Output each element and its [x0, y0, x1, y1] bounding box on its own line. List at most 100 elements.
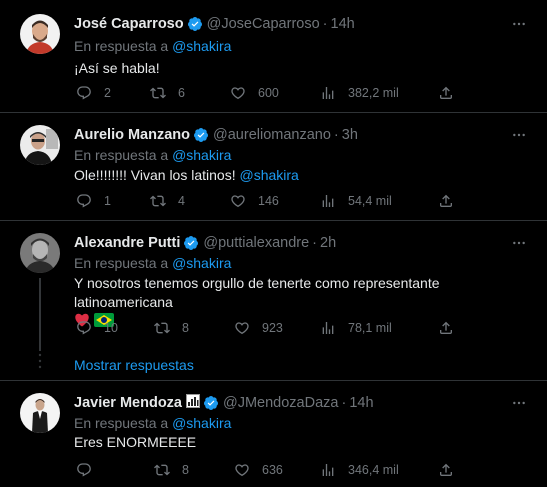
text-mention[interactable]: @shakira	[240, 167, 299, 183]
reply-feed: José Caparroso @JoseCaparroso · 14h En r…	[0, 0, 547, 487]
separator-dot: ·	[312, 235, 318, 251]
share-icon	[440, 321, 452, 334]
reply-icon	[77, 463, 91, 477]
views-button[interactable]: 54,4 mil	[320, 191, 392, 211]
share-button[interactable]	[438, 83, 454, 103]
author-handle[interactable]: @puttialexandre	[203, 235, 309, 251]
retweet-count: 8	[182, 463, 189, 477]
reply-button[interactable]	[76, 460, 104, 480]
avatar[interactable]	[20, 125, 60, 165]
views-button[interactable]: 78,1 mil	[320, 318, 392, 338]
retweet-icon	[150, 195, 166, 207]
like-icon	[231, 87, 245, 100]
avatar[interactable]	[20, 233, 60, 273]
reply-count: 2	[104, 86, 111, 100]
views-count: 78,1 mil	[348, 321, 392, 335]
like-button[interactable]: 923	[234, 318, 283, 338]
verified-badge-icon	[193, 127, 209, 143]
like-button[interactable]: 600	[230, 83, 279, 103]
tweet[interactable]: Aurelio Manzano @aureliomanzano · 3h En …	[0, 113, 547, 221]
reply-icon	[77, 321, 91, 335]
separator-dot: ·	[333, 127, 339, 143]
like-button[interactable]: 636	[234, 460, 283, 480]
reply-context: En respuesta a @shakira	[74, 415, 231, 431]
author-name[interactable]: Alexandre Putti	[74, 235, 180, 251]
tweet-actions: 8 636 346,4 mil	[74, 460, 494, 480]
share-icon	[440, 86, 452, 99]
reply-prefix: En respuesta a	[74, 415, 169, 431]
tweet-header: Javier Mendoza @JMendozaDaza · 14h	[74, 393, 374, 413]
reply-mention[interactable]: @shakira	[172, 147, 231, 163]
timestamp[interactable]: 14h	[349, 395, 373, 411]
like-icon	[235, 322, 249, 335]
views-icon	[322, 195, 334, 207]
verified-badge-icon	[203, 395, 219, 411]
timestamp[interactable]: 14h	[331, 16, 355, 32]
reply-prefix: En respuesta a	[74, 255, 169, 271]
tweet[interactable]: Alexandre Putti @puttialexandre · 2h En …	[0, 221, 547, 381]
avatar[interactable]	[20, 14, 60, 54]
author-name[interactable]: Javier Mendoza	[74, 395, 182, 411]
like-button[interactable]: 146	[230, 191, 279, 211]
reply-context: En respuesta a @shakira	[74, 147, 231, 163]
retweet-icon	[154, 464, 170, 476]
views-icon	[322, 464, 334, 476]
views-button[interactable]: 382,2 mil	[320, 83, 399, 103]
timestamp[interactable]: 2h	[320, 235, 336, 251]
tweet-header: Alexandre Putti @puttialexandre · 2h	[74, 233, 336, 253]
retweet-icon	[150, 87, 166, 99]
reply-button[interactable]: 10	[76, 318, 118, 338]
more-icon[interactable]	[509, 233, 529, 253]
retweet-button[interactable]: 8	[154, 460, 189, 480]
more-icon[interactable]	[509, 393, 529, 413]
reply-prefix: En respuesta a	[74, 38, 169, 54]
timestamp[interactable]: 3h	[342, 127, 358, 143]
avatar[interactable]	[20, 393, 60, 433]
author-handle[interactable]: @JMendozaDaza	[223, 395, 338, 411]
views-count: 382,2 mil	[348, 86, 399, 100]
views-icon	[322, 87, 334, 99]
retweet-button[interactable]: 8	[154, 318, 189, 338]
reply-mention[interactable]: @shakira	[172, 38, 231, 54]
reply-button[interactable]: 2	[76, 83, 111, 103]
author-handle[interactable]: @JoseCaparroso	[207, 16, 320, 32]
tweet[interactable]: Javier Mendoza @JMendozaDaza · 14h En re…	[0, 381, 547, 487]
tweet-body: ¡Así se habla!	[74, 60, 160, 76]
reply-prefix: En respuesta a	[74, 147, 169, 163]
share-button[interactable]	[438, 318, 454, 338]
share-button[interactable]	[438, 460, 454, 480]
author-name[interactable]: José Caparroso	[74, 16, 184, 32]
more-icon[interactable]	[509, 125, 529, 145]
reply-mention[interactable]: @shakira	[172, 255, 231, 271]
author-name[interactable]: Aurelio Manzano	[74, 127, 190, 143]
reply-icon	[77, 194, 91, 208]
stock-chart-emoji	[186, 394, 200, 412]
share-icon	[440, 463, 452, 476]
reply-button[interactable]: 1	[76, 191, 111, 211]
thread-dots	[38, 353, 42, 369]
share-button[interactable]	[438, 191, 454, 211]
tweet-text: Ole!!!!!!!! Vivan los latinos! @shakira	[74, 166, 534, 185]
like-icon	[231, 195, 245, 208]
more-icon[interactable]	[509, 14, 529, 34]
views-button[interactable]: 346,4 mil	[320, 460, 399, 480]
like-icon	[235, 464, 249, 477]
reply-mention[interactable]: @shakira	[172, 415, 231, 431]
tweet-text: ¡Así se habla!	[74, 59, 534, 78]
retweet-button[interactable]: 6	[150, 83, 185, 103]
author-handle[interactable]: @aureliomanzano	[213, 127, 331, 143]
reply-icon	[77, 86, 91, 100]
reply-count: 1	[104, 194, 111, 208]
tweet[interactable]: José Caparroso @JoseCaparroso · 14h En r…	[0, 0, 547, 113]
retweet-button[interactable]: 4	[150, 191, 185, 211]
show-replies-link[interactable]: Mostrar respuestas	[74, 357, 194, 373]
reply-context: En respuesta a @shakira	[74, 38, 231, 54]
reply-context: En respuesta a @shakira	[74, 255, 231, 271]
like-count: 923	[262, 321, 283, 335]
separator-dot: ·	[341, 395, 347, 411]
tweet-body: Ole!!!!!!!! Vivan los latinos!	[74, 167, 236, 183]
reply-count: 10	[104, 321, 118, 335]
tweet-text: Eres ENORMEEEE	[74, 433, 534, 452]
like-count: 146	[258, 194, 279, 208]
tweet-header: Aurelio Manzano @aureliomanzano · 3h	[74, 125, 358, 145]
